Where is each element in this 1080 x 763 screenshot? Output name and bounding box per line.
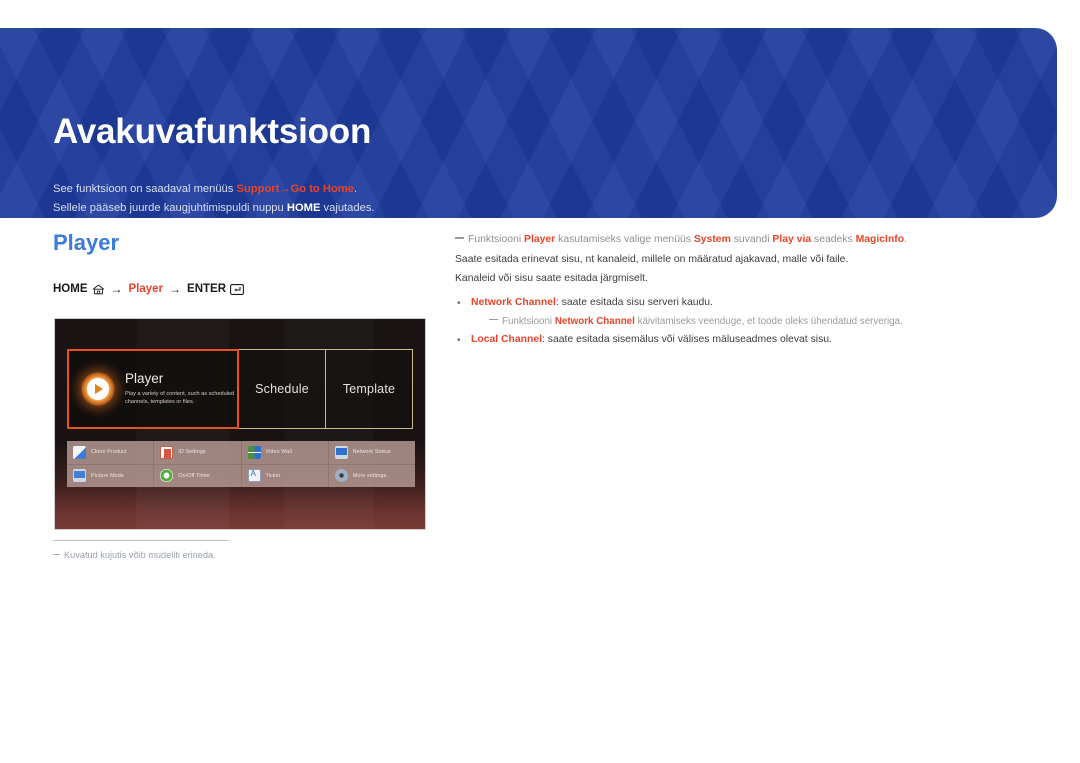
banner-subtitle-line-1: See funktsioon on saadaval menüüs Suppor… [53, 180, 375, 199]
banner-sub2-post: vajutades. [320, 202, 375, 214]
footnote-divider [53, 540, 229, 541]
banner-subtitle: See funktsioon on saadaval menüüs Suppor… [53, 180, 375, 218]
bullet-network-channel: • Network Channel: saate esitada sisu se… [455, 294, 1025, 313]
subnote-post: käivitamiseks veenduge, et toode oleks ü… [634, 315, 903, 327]
grid-item-label: ID Settings [178, 449, 206, 456]
home-tile-player[interactable]: Player Play a variety of content, such a… [67, 349, 239, 429]
breadcrumb-home-label: HOME [53, 283, 88, 295]
term-network-channel: Network Channel [471, 296, 556, 308]
home-icon [92, 284, 105, 295]
subnote-pre: Funktsiooni [502, 315, 555, 327]
note-dash-icon [455, 237, 464, 239]
term-play-via: Play via [772, 234, 812, 245]
left-column: Player HOME → Player → ENTER [53, 232, 433, 296]
breadcrumb-player: Player [128, 283, 164, 295]
banner-sub2-pre: Sellele pääseb juurde kaugjuhtimispuldi … [53, 202, 287, 214]
home-tile-player-description: Play a variety of content, such as sched… [125, 390, 235, 405]
banner-subtitle-line-2: Sellele pääseb juurde kaugjuhtimispuldi … [53, 199, 375, 218]
bullet-list: • Network Channel: saate esitada sisu se… [455, 294, 1025, 350]
note1-mid1: kasutamiseks valige menüüs [555, 234, 694, 245]
home-tile-template[interactable]: Template [325, 349, 413, 429]
picture-mode-icon [73, 469, 86, 483]
menu-path-support: Support [236, 183, 280, 195]
grid-item-label: Network Status [352, 449, 391, 456]
home-tile-template-label: Template [342, 382, 396, 396]
term-magicinfo: MagicInfo [855, 234, 905, 245]
grid-item-id-settings[interactable]: ID Settings [154, 441, 241, 464]
play-circle-icon [81, 372, 115, 406]
network-status-icon [334, 445, 348, 459]
breadcrumb-arrow-1: → [110, 282, 123, 296]
ticker-icon [247, 469, 261, 483]
grid-item-label: Clone Product [91, 449, 127, 456]
on-off-timer-icon [160, 469, 174, 483]
note-player-magicinfo: Funktsiooni Player kasutamiseks valige m… [455, 232, 1025, 248]
illustration-footnote: Kuvatud kujutis võib mudeliti erineda. [53, 540, 393, 562]
grid-item-label: Video Wall [265, 449, 292, 456]
grid-item-clone-product[interactable]: Clone Product [67, 441, 154, 464]
section-title: Player [53, 230, 120, 255]
clone-product-icon [73, 445, 86, 459]
home-tile-schedule-label: Schedule [255, 382, 309, 396]
grid-item-video-wall[interactable]: Video Wall [241, 441, 328, 464]
home-screen-settings-grid: Clone Product ID Settings Video Wall Net… [67, 441, 415, 487]
bullet-dot-icon: • [457, 297, 461, 309]
bullet-local-channel: • Local Channel: saate esitada sisemälus… [455, 331, 1025, 350]
path-arrow-icon: → [279, 183, 291, 195]
note1-mid2: suvandi [730, 234, 773, 245]
note1-post: . [904, 234, 907, 245]
banner-sub1-pre: See funktsioon on saadaval menüüs [53, 183, 237, 195]
term-network-channel-ref: Network Channel [554, 315, 635, 327]
grid-item-picture-mode[interactable]: Picture Mode [67, 464, 154, 487]
body-paragraph-1: Saate esitada erinevat sisu, nt kanaleid… [455, 254, 849, 266]
footnote-text-row: Kuvatud kujutis võib mudeliti erineda. [53, 549, 393, 562]
grid-item-more-settings[interactable]: More settings [328, 464, 415, 487]
id-settings-icon [160, 445, 174, 459]
grid-item-ticker[interactable]: Ticker [241, 464, 328, 487]
page-title: Avakuvafunktsioon [53, 112, 372, 151]
term-local-channel: Local Channel [471, 333, 543, 345]
term-system: System [693, 234, 731, 245]
page-header-banner: Avakuvafunktsioon See funktsioon on saad… [0, 28, 1057, 218]
bullet-local-channel-text: Local Channel: saate esitada sisemälus v… [471, 331, 832, 350]
enter-key-icon [230, 283, 244, 295]
home-tile-player-label: Player [125, 370, 164, 386]
note-dash-icon [489, 318, 498, 321]
grid-item-label: More settings [352, 472, 387, 479]
banner-sub1-post: . [353, 183, 358, 195]
note-dash-icon [53, 554, 60, 556]
home-tile-schedule[interactable]: Schedule [238, 349, 326, 429]
bullet2-rest: : saate esitada sisemälus või välises mä… [542, 333, 832, 345]
note1-mid3: seadeks [811, 234, 856, 245]
breadcrumb: HOME → Player → ENTER [53, 282, 433, 296]
more-settings-icon [334, 469, 348, 483]
menu-path-go-to-home: Go to Home [290, 183, 354, 195]
home-screen-main-tiles: Player Play a variety of content, such a… [67, 349, 415, 429]
grid-item-label: Ticker [265, 472, 281, 479]
body-paragraph-2: Kanaleid või sisu saate esitada järgmise… [455, 273, 648, 285]
bullet1-rest: : saate esitada sisu serveri kaudu. [555, 296, 713, 308]
sub-note-network-channel: Funktsiooni Network Channel käivitamisek… [489, 313, 1025, 331]
grid-item-network-status[interactable]: Network Status [328, 441, 415, 464]
video-wall-icon [247, 445, 261, 459]
grid-item-label: Picture Mode [91, 472, 124, 479]
grid-item-on-off-timer[interactable]: On/Off Timer [154, 464, 241, 487]
footnote-text: Kuvatud kujutis võib mudeliti erineda. [64, 550, 216, 560]
bullet-network-channel-text: Network Channel: saate esitada sisu serv… [471, 294, 713, 313]
right-column: Funktsiooni Player kasutamiseks valige m… [455, 232, 1025, 350]
remote-key-home: HOME [286, 202, 321, 214]
bullet-dot-icon: • [457, 334, 461, 346]
breadcrumb-arrow-2: → [169, 282, 182, 296]
grid-item-label: On/Off Timer [178, 472, 211, 479]
note1-pre: Funktsiooni [468, 234, 525, 245]
home-screen-illustration: Player Play a variety of content, such a… [54, 318, 426, 530]
breadcrumb-enter-label: ENTER [187, 283, 227, 295]
term-player: Player [524, 234, 556, 245]
